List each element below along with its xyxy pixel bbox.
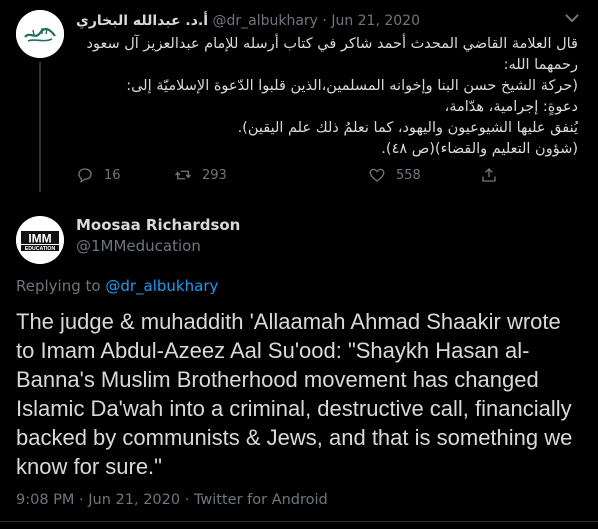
separator-dot: · [322,13,327,29]
reply-count: 16 [104,167,121,183]
like-button[interactable]: 558 [368,166,421,184]
tweet-body-line: يُنفق عليها الشيوعيون واليهود، كما نعلمُ… [237,120,578,136]
avatar[interactable] [16,10,64,58]
separator-dot: · [79,492,89,508]
more-icon[interactable] [560,10,584,26]
tweet-body-line: رحمهما الله: [503,57,578,73]
replying-to: Replying to @dr_albukhary [16,277,218,295]
retweet-icon [175,170,191,180]
author-handle[interactable]: @dr_albukhary [212,13,317,29]
author-handle[interactable]: @1MMeducation [76,237,201,255]
like-count: 558 [396,167,421,183]
like-icon [369,168,385,182]
tweet-header: أ.د. عبدالله البخاري @dr_albukhary · Jun… [76,13,420,29]
calligraphy-logo-icon [16,10,64,58]
thread-connector-line [39,62,41,192]
divider [0,521,598,522]
retweet-button[interactable]: 293 [174,166,227,184]
share-button[interactable] [480,166,508,184]
logo-text: EDUCATION [25,246,56,252]
replying-label: Replying to [16,277,101,295]
tweet-body-line: (شؤون التعليم والقضاء)(ص ٤٨). [381,141,578,157]
tweet-metadata: 9:08 PM · Jun 21, 2020 · Twitter for And… [16,492,328,508]
replying-handle-link[interactable]: @dr_albukhary [105,277,218,295]
separator-dot: · [184,492,194,508]
tweet-source[interactable]: Twitter for Android [194,492,328,508]
reply-icon [78,168,92,184]
logo-text: IMM [28,232,51,246]
tweet-body-line: دعوةٍ: إجرامية، هدّامة، [444,99,578,115]
tweet-actions: 16 293 558 [76,166,536,188]
tweet-date[interactable]: Jun 21, 2020 [331,13,420,29]
share-icon [482,168,496,182]
tweet-body: قال العلامة القاضي المحدث أحمد شاكر في ك… [76,34,578,160]
tweet-body-line: قال العلامة القاضي المحدث أحمد شاكر في ك… [86,36,578,52]
author-name[interactable]: Moosaa Richardson [76,216,240,234]
avatar[interactable]: IMM EDUCATION [16,216,64,264]
reply-button[interactable]: 16 [76,166,121,184]
tweet-time[interactable]: 9:08 PM [16,492,74,508]
tweet-body-line: (حركة الشيخ حسن البنا وإخوانه المسلمين،ا… [126,78,578,94]
imm-education-logo-icon: IMM EDUCATION [16,216,64,264]
tweet-date[interactable]: Jun 21, 2020 [88,492,180,508]
author-name[interactable]: أ.د. عبدالله البخاري [76,13,208,29]
tweet-text: The judge & muhaddith 'Allaamah Ahmad Sh… [16,309,573,479]
retweet-count: 293 [202,167,227,183]
